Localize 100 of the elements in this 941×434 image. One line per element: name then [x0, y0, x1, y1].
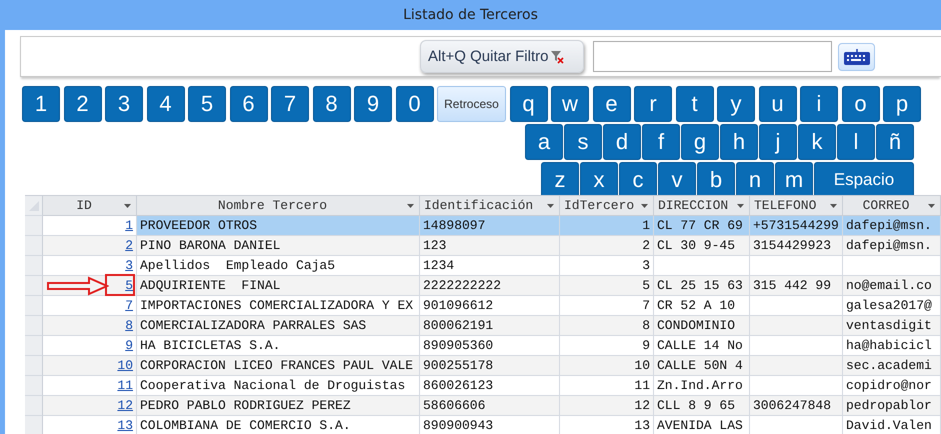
id-link[interactable]: 2 [125, 238, 133, 253]
keyboard-key[interactable]: g [681, 124, 719, 160]
keyboard-key[interactable]: a [525, 124, 563, 160]
keyboard-key[interactable]: j [759, 124, 797, 160]
id-link[interactable]: 12 [117, 398, 133, 413]
row-header[interactable] [25, 316, 43, 336]
row-header[interactable] [25, 236, 43, 256]
table-cell: dafepi@msn. [843, 216, 941, 236]
keyboard-key[interactable]: y [717, 86, 755, 122]
keyboard-key[interactable]: x [580, 162, 618, 195]
id-link[interactable]: 7 [125, 298, 133, 313]
row-header[interactable] [25, 356, 43, 376]
dropdown-arrow-icon [407, 204, 414, 208]
id-link[interactable]: 5 [125, 278, 133, 293]
id-link[interactable]: 9 [125, 338, 133, 353]
row-header[interactable] [25, 256, 43, 276]
keyboard-key[interactable]: 3 [105, 86, 143, 122]
row-header[interactable] [25, 296, 43, 316]
keyboard-key[interactable]: q [510, 86, 548, 122]
id-link[interactable]: 8 [125, 318, 133, 333]
column-title: CORREO [862, 198, 910, 213]
id-link[interactable]: 3 [125, 258, 133, 273]
id-link[interactable]: 10 [117, 358, 133, 373]
column-header[interactable]: Identificación [420, 196, 560, 216]
keyboard-key[interactable]: l [837, 124, 875, 160]
column-header[interactable]: DIRECCION [654, 196, 750, 216]
keyboard-key[interactable]: e [592, 86, 630, 122]
backspace-key[interactable]: Retroceso [437, 86, 506, 122]
keyboard-key[interactable]: ñ [876, 124, 914, 160]
dropdown-arrow-icon [928, 204, 935, 208]
column-title: TELEFONO [754, 198, 818, 213]
space-key[interactable]: Espacio [814, 162, 914, 195]
keyboard-key[interactable]: o [842, 86, 880, 122]
row-header[interactable] [25, 216, 43, 236]
column-header[interactable]: ID [43, 196, 137, 216]
column-header[interactable]: IdTercero [560, 196, 654, 216]
keyboard-key[interactable]: d [603, 124, 641, 160]
keyboard-key[interactable]: z [541, 162, 579, 195]
dropdown-arrow-icon [830, 204, 837, 208]
dropdown-arrow-icon [737, 204, 744, 208]
keyboard-key[interactable]: m [775, 162, 813, 195]
keyboard-icon [842, 48, 870, 66]
keyboard-key[interactable]: 2 [64, 86, 102, 122]
id-link[interactable]: 13 [117, 418, 133, 433]
keyboard-key[interactable]: 5 [188, 86, 226, 122]
keyboard-key[interactable]: 1 [22, 86, 60, 122]
column-header[interactable]: CORREO [843, 196, 941, 216]
keyboard-key[interactable]: w [551, 86, 589, 122]
keyboard-button[interactable] [838, 42, 875, 70]
table-cell: 890900943 [420, 416, 560, 434]
clear-filter-button[interactable]: Alt+Q Quitar Filtro [420, 40, 584, 73]
id-link[interactable]: 1 [125, 218, 133, 233]
row-header[interactable] [25, 276, 43, 296]
row-header[interactable] [25, 336, 43, 356]
column-title: IdTercero [564, 198, 636, 213]
row-header[interactable] [25, 396, 43, 416]
keyboard-key[interactable]: r [634, 86, 672, 122]
table-cell: COLOMBIANA DE COMERCIO S.A. [137, 416, 420, 434]
search-field[interactable] [593, 41, 832, 72]
keyboard-key[interactable]: 7 [271, 86, 309, 122]
keyboard-key[interactable]: v [658, 162, 696, 195]
column-title: DIRECCION [658, 198, 730, 213]
keyboard-key[interactable]: 0 [396, 86, 434, 122]
keyboard-key[interactable]: i [800, 86, 838, 122]
keyboard-key[interactable]: 4 [146, 86, 184, 122]
column-title: ID [75, 198, 93, 213]
table-cell: PROVEEDOR OTROS [137, 216, 420, 236]
keyboard-key[interactable]: c [619, 162, 657, 195]
keyboard-key[interactable]: p [883, 86, 921, 122]
keyboard-key[interactable]: b [697, 162, 735, 195]
window-title: Listado de Terceros [403, 7, 538, 23]
keyboard-key[interactable]: 8 [312, 86, 350, 122]
row-header[interactable] [25, 416, 43, 434]
keyboard-key[interactable]: u [758, 86, 796, 122]
dropdown-arrow-icon [547, 204, 554, 208]
dropdown-arrow-icon [641, 204, 648, 208]
highlight-box [105, 274, 135, 296]
keyboard-key[interactable]: t [676, 86, 714, 122]
column-header[interactable]: TELEFONO [750, 196, 843, 216]
clear-filter-icon [550, 50, 564, 64]
id-link[interactable]: 11 [117, 378, 133, 393]
keyboard-key[interactable]: s [564, 124, 602, 160]
table-cell: 14898097 [420, 216, 560, 236]
column-header[interactable]: Nombre Tercero [137, 196, 420, 216]
table-cell: 1 [560, 216, 654, 236]
table-cell: AVENIDA LAS [654, 416, 750, 434]
keyboard-key[interactable]: h [720, 124, 758, 160]
arrow-annotation [47, 276, 109, 296]
row-header[interactable] [25, 376, 43, 396]
column-title: Identificación [424, 198, 534, 213]
keyboard-key[interactable]: n [736, 162, 774, 195]
table-cell: David.Valen [843, 416, 941, 434]
table-cell: 13 [560, 416, 654, 434]
keyboard-key[interactable]: 6 [230, 86, 268, 122]
table-cell: +5731544299 [750, 216, 843, 236]
dropdown-arrow-icon [124, 204, 131, 208]
keyboard-key[interactable]: k [798, 124, 836, 160]
column-title: Nombre Tercero [216, 198, 328, 213]
keyboard-key[interactable]: f [642, 124, 680, 160]
keyboard-key[interactable]: 9 [354, 86, 392, 122]
